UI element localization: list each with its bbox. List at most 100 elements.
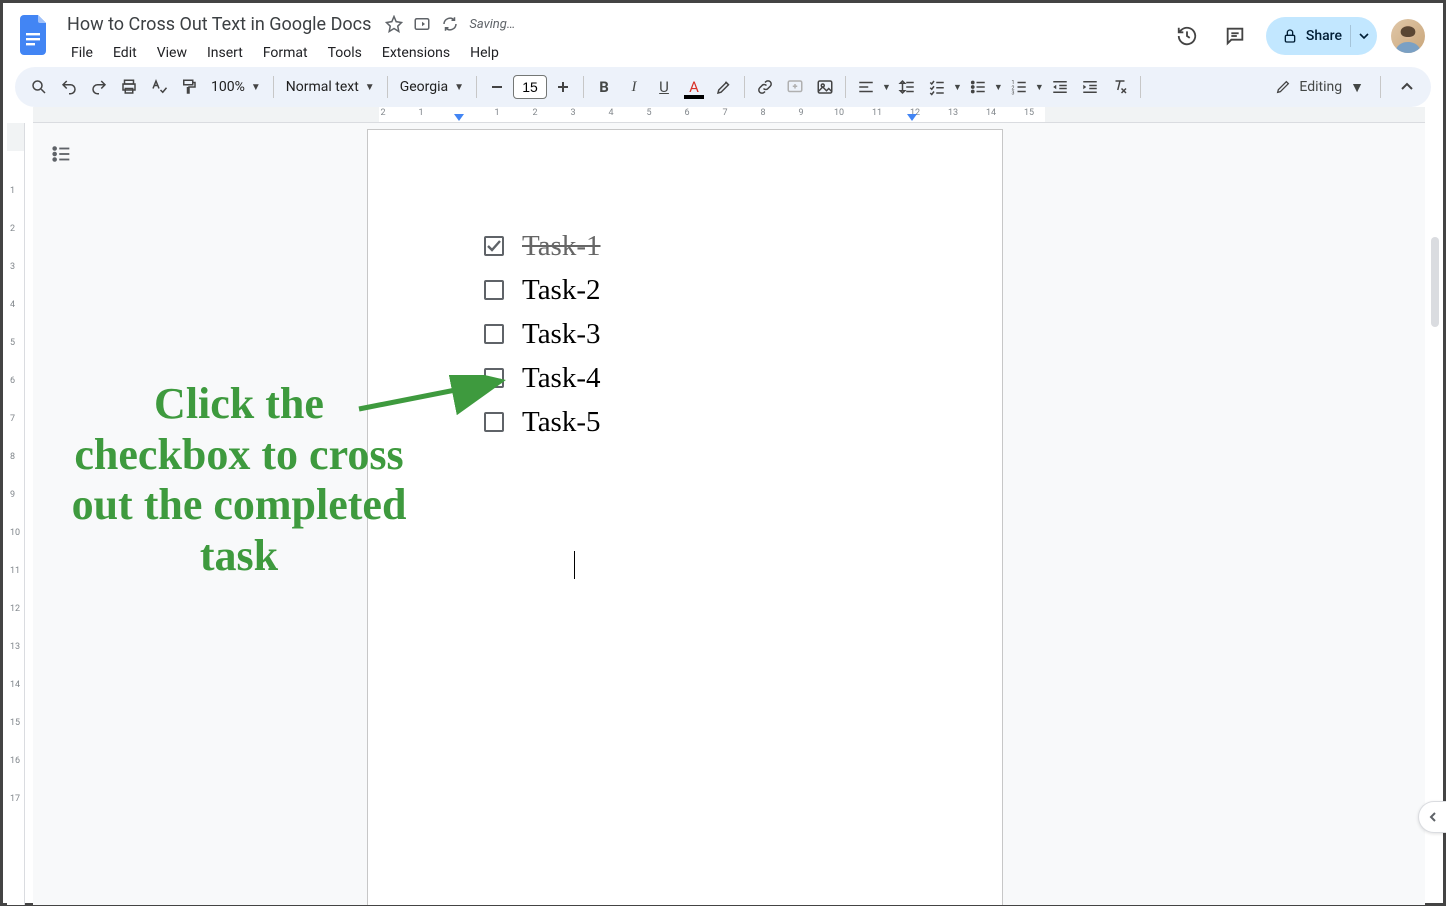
chevron-down-icon[interactable]: ▼ bbox=[994, 82, 1003, 93]
numbered-list-icon[interactable]: 123 bbox=[1005, 73, 1033, 101]
document-content[interactable]: Task-1 Task-2 Task-3 Task-4 Task-5 bbox=[484, 225, 601, 445]
task-label[interactable]: Task-2 bbox=[522, 269, 601, 311]
fontsize-input[interactable] bbox=[513, 75, 547, 99]
task-label[interactable]: Task-4 bbox=[522, 357, 601, 399]
task-label[interactable]: Task-1 bbox=[522, 225, 601, 267]
ruler-tick: 10 bbox=[834, 108, 844, 118]
chevron-down-icon[interactable]: ▼ bbox=[953, 82, 962, 93]
ruler-tick: 5 bbox=[646, 108, 651, 118]
link-icon[interactable] bbox=[751, 73, 779, 101]
cloud-status-icon[interactable] bbox=[441, 15, 459, 33]
highlight-icon[interactable] bbox=[710, 73, 738, 101]
editing-mode-label: Editing bbox=[1299, 79, 1342, 95]
ruler-tick: 2 bbox=[380, 108, 385, 118]
ruler-tick: 6 bbox=[684, 108, 689, 118]
undo-icon[interactable] bbox=[55, 73, 83, 101]
scrollbar-vertical[interactable] bbox=[1431, 237, 1439, 327]
document-title[interactable]: How to Cross Out Text in Google Docs bbox=[63, 12, 375, 37]
document-outline-icon[interactable] bbox=[45, 137, 79, 175]
zoom-dropdown[interactable]: 100%▼ bbox=[205, 73, 267, 101]
chevron-down-icon: ▼ bbox=[365, 82, 375, 93]
checklist-icon[interactable] bbox=[923, 73, 951, 101]
ruler-tick: 2 bbox=[10, 224, 15, 234]
bulleted-list-icon[interactable] bbox=[964, 73, 992, 101]
decrease-fontsize-icon[interactable] bbox=[483, 73, 511, 101]
indent-marker-left[interactable] bbox=[454, 114, 464, 121]
menu-help[interactable]: Help bbox=[462, 41, 507, 65]
separator bbox=[583, 76, 584, 98]
comments-icon[interactable] bbox=[1218, 19, 1252, 53]
menu-format[interactable]: Format bbox=[255, 41, 316, 65]
lock-icon bbox=[1282, 28, 1298, 44]
search-icon[interactable] bbox=[25, 73, 53, 101]
redo-icon[interactable] bbox=[85, 73, 113, 101]
print-icon[interactable] bbox=[115, 73, 143, 101]
share-button[interactable]: Share bbox=[1266, 17, 1377, 55]
align-icon[interactable] bbox=[852, 73, 880, 101]
editing-mode-dropdown[interactable]: Editing ▼ bbox=[1265, 79, 1374, 96]
chevron-down-icon[interactable]: ▼ bbox=[1035, 82, 1044, 93]
zoom-value: 100% bbox=[211, 79, 245, 95]
toolbar: 100%▼ Normal text▼ Georgia▼ B I U A ▼ ▼ … bbox=[15, 67, 1431, 107]
line-spacing-icon[interactable] bbox=[893, 73, 921, 101]
paint-format-icon[interactable] bbox=[175, 73, 203, 101]
font-dropdown[interactable]: Georgia ▼ bbox=[394, 73, 470, 101]
vertical-ruler[interactable]: 1 2 3 4 5 6 7 8 9 10 11 12 13 14 15 16 1… bbox=[7, 123, 25, 905]
ruler-tick: 11 bbox=[10, 566, 20, 576]
task-label[interactable]: Task-5 bbox=[522, 401, 601, 443]
horizontal-ruler[interactable]: 2 1 1 2 3 4 5 6 7 8 9 10 11 12 13 14 15 bbox=[33, 107, 1425, 123]
checklist-item: Task-4 bbox=[484, 357, 601, 399]
checkbox-checked[interactable] bbox=[484, 236, 504, 256]
underline-icon[interactable]: U bbox=[650, 73, 678, 101]
ruler-tick: 7 bbox=[722, 108, 727, 118]
avatar[interactable] bbox=[1391, 19, 1425, 53]
ruler-tick: 1 bbox=[418, 108, 423, 118]
separator bbox=[387, 76, 388, 98]
ruler-tick: 10 bbox=[10, 528, 20, 538]
ruler-tick: 6 bbox=[10, 376, 15, 386]
chevron-down-icon[interactable]: ▼ bbox=[882, 82, 891, 93]
menu-edit[interactable]: Edit bbox=[105, 41, 145, 65]
star-icon[interactable] bbox=[385, 15, 403, 33]
collapse-toolbar-icon[interactable] bbox=[1393, 73, 1421, 101]
ruler-tick: 9 bbox=[798, 108, 803, 118]
checklist-item: Task-1 bbox=[484, 225, 601, 267]
decrease-indent-icon[interactable] bbox=[1046, 73, 1074, 101]
toolbar-wrap: 100%▼ Normal text▼ Georgia▼ B I U A ▼ ▼ … bbox=[3, 67, 1443, 107]
chevron-down-icon[interactable] bbox=[1359, 31, 1369, 41]
add-comment-icon[interactable] bbox=[781, 73, 809, 101]
indent-marker-right[interactable] bbox=[907, 114, 917, 121]
separator bbox=[744, 76, 745, 98]
menu-extensions[interactable]: Extensions bbox=[374, 41, 458, 65]
spellcheck-icon[interactable] bbox=[145, 73, 173, 101]
menu-view[interactable]: View bbox=[149, 41, 195, 65]
menu-insert[interactable]: Insert bbox=[199, 41, 251, 65]
separator bbox=[476, 76, 477, 98]
chevron-down-icon: ▼ bbox=[454, 82, 464, 93]
bold-icon[interactable]: B bbox=[590, 73, 618, 101]
menu-tools[interactable]: Tools bbox=[320, 41, 370, 65]
menu-file[interactable]: File bbox=[63, 41, 101, 65]
separator bbox=[845, 76, 846, 98]
ruler-tick: 15 bbox=[10, 718, 20, 728]
increase-indent-icon[interactable] bbox=[1076, 73, 1104, 101]
ruler-tick: 9 bbox=[10, 490, 15, 500]
checkbox-unchecked[interactable] bbox=[484, 280, 504, 300]
history-icon[interactable] bbox=[1170, 19, 1204, 53]
svg-text:3: 3 bbox=[1011, 91, 1014, 97]
document-page[interactable]: Task-1 Task-2 Task-3 Task-4 Task-5 bbox=[367, 129, 1003, 905]
docs-logo[interactable] bbox=[15, 15, 55, 55]
checkbox-unchecked[interactable] bbox=[484, 368, 504, 388]
font-value: Georgia bbox=[400, 79, 448, 95]
task-label[interactable]: Task-3 bbox=[522, 313, 601, 355]
checkbox-unchecked[interactable] bbox=[484, 324, 504, 344]
clear-format-icon[interactable] bbox=[1106, 73, 1134, 101]
text-color-icon[interactable]: A bbox=[680, 73, 708, 101]
increase-fontsize-icon[interactable] bbox=[549, 73, 577, 101]
move-icon[interactable] bbox=[413, 15, 431, 33]
side-panel-toggle[interactable] bbox=[1418, 801, 1446, 833]
insert-image-icon[interactable] bbox=[811, 73, 839, 101]
italic-icon[interactable]: I bbox=[620, 73, 648, 101]
checkbox-unchecked[interactable] bbox=[484, 412, 504, 432]
paragraph-style-dropdown[interactable]: Normal text▼ bbox=[280, 73, 381, 101]
